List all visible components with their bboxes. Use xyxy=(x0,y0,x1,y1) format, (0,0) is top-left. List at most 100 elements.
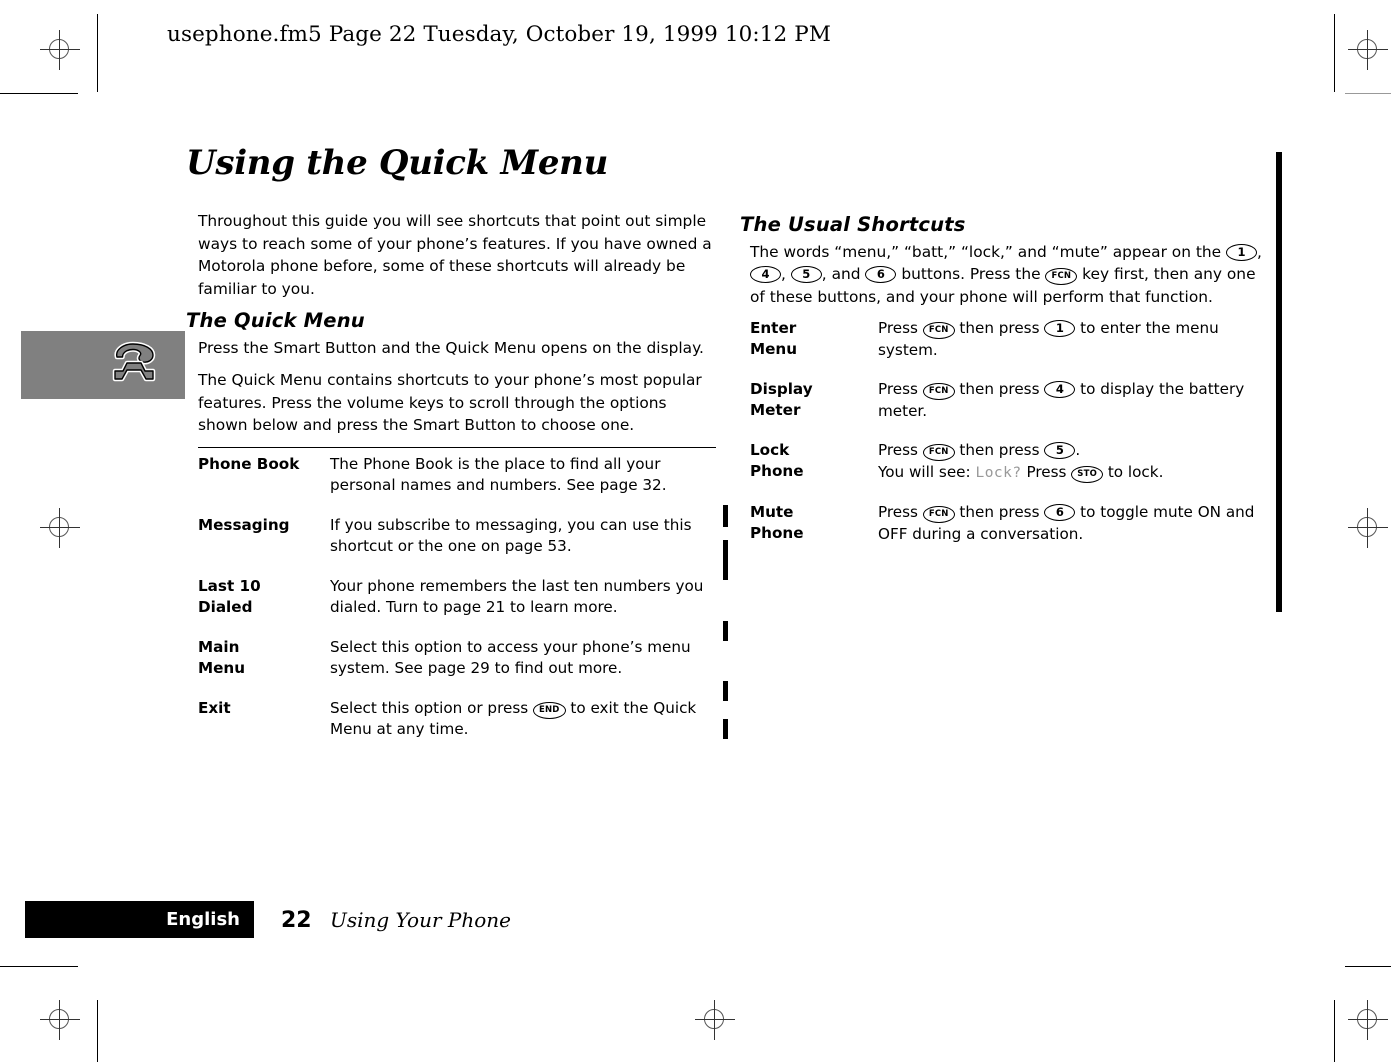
table-row: Display Meter Press FCN then press 4 to … xyxy=(750,379,1272,440)
reg-hline xyxy=(1348,527,1388,528)
shortcut-description: Press FCN then press 4 to display the ba… xyxy=(878,379,1272,440)
page-title: Using the Quick Menu xyxy=(186,143,608,183)
shortcut-description: Press FCN then press 1 to enter the menu… xyxy=(878,318,1272,379)
quick-menu-table: Phone Book The Phone Book is the place t… xyxy=(198,454,716,759)
text-part: Press xyxy=(878,503,923,521)
registration-mark-bottom-center xyxy=(695,1000,735,1040)
shortcut-description: Press FCN then press 6 to toggle mute ON… xyxy=(878,502,1272,563)
menu-option-name: Last 10 Dialed xyxy=(198,576,261,616)
shortcut-name: Mute Phone xyxy=(750,503,804,542)
menu-option-name: Messaging xyxy=(198,515,290,534)
left-column: Throughout this guide you will see short… xyxy=(186,210,716,759)
table-row: Enter Menu Press FCN then press 1 to ent… xyxy=(750,318,1272,379)
text-part: Press xyxy=(1021,462,1072,481)
menu-option-description: Select this option to access your phone’… xyxy=(330,637,691,678)
change-bar-left-exit xyxy=(723,719,728,739)
table-row: Main Menu Select this option to access y… xyxy=(198,637,716,698)
key-1-icon: 1 xyxy=(1226,243,1257,261)
key-5-icon: 5 xyxy=(790,266,822,283)
reg-vline xyxy=(59,1000,60,1040)
crop-mark-top-left-vertical xyxy=(97,14,98,92)
text-part: then press xyxy=(954,319,1045,337)
intro-sep-2: , xyxy=(781,265,791,283)
shortcut-name: Display Meter xyxy=(750,380,813,419)
document-header-line: usephone.fm5 Page 22 Tuesday, October 19… xyxy=(167,22,831,47)
quick-menu-table-top-rule xyxy=(198,446,716,448)
registration-mark-mid-right xyxy=(1348,508,1388,548)
shortcut-name: Lock Phone xyxy=(750,441,804,480)
crop-mark-top-left-horizontal xyxy=(0,93,78,94)
change-bar-left-quickmenu xyxy=(723,505,728,527)
table-row: Lock Phone Press FCN then press 5. You wi… xyxy=(750,440,1272,502)
registration-mark-bottom-left xyxy=(40,1000,80,1040)
heading-the-usual-shortcuts: The Usual Shortcuts xyxy=(740,213,966,236)
registration-mark-top-right xyxy=(1348,30,1388,70)
reg-vline xyxy=(59,508,60,548)
menu-option-description: If you subscribe to messaging, you can u… xyxy=(330,515,692,556)
menu-option-name: Main Menu xyxy=(198,637,246,677)
registration-mark-top-left xyxy=(40,30,80,70)
crop-mark-bottom-right-vertical xyxy=(1334,1000,1335,1062)
menu-option-description: Select this option or press END to exit … xyxy=(330,698,716,759)
menu-option-description: Your phone remembers the last ten number… xyxy=(330,576,704,617)
key-6-icon: 6 xyxy=(865,266,897,283)
crop-mark-top-right-horizontal xyxy=(1345,93,1391,94)
table-row: Messaging If you subscribe to messaging,… xyxy=(198,515,716,576)
footer-page-number: 22 xyxy=(281,908,312,933)
end-key-icon: END xyxy=(532,701,566,719)
reg-hline xyxy=(40,49,80,50)
lcd-display-text: Lock? xyxy=(975,464,1022,481)
right-column: The Usual Shortcuts The words “menu,” “b… xyxy=(740,208,1272,563)
text-part: . xyxy=(1075,441,1081,459)
change-bar-left-messaging xyxy=(723,540,728,580)
intro-sep-1: , xyxy=(1257,242,1262,261)
change-bar-left-mainmenu xyxy=(723,681,728,701)
key-4-icon: 4 xyxy=(1044,381,1076,398)
shortcut-name: Enter Menu xyxy=(750,319,798,358)
footer-section-title: Using Your Phone xyxy=(330,908,511,932)
menu-option-name: Exit xyxy=(198,698,231,717)
usual-shortcuts-table: Enter Menu Press FCN then press 1 to ent… xyxy=(750,318,1272,563)
text-part: to lock. xyxy=(1103,462,1164,481)
text-part: then press xyxy=(954,441,1045,459)
crop-mark-bottom-right-horizontal xyxy=(1345,966,1391,967)
fcn-key-icon: FCN xyxy=(922,383,955,400)
reg-hline xyxy=(1348,49,1388,50)
text-part: Press xyxy=(878,319,923,337)
footer-language-label: English xyxy=(166,909,240,930)
menu-option-name: Phone Book xyxy=(198,454,300,473)
key-6-icon: 6 xyxy=(1044,504,1076,521)
reg-hline xyxy=(40,527,80,528)
reg-hline xyxy=(1348,1019,1388,1020)
exit-desc-before: Select this option or press xyxy=(330,698,533,717)
key-4-icon: 4 xyxy=(750,266,781,283)
usual-shortcuts-intro: The words “menu,” “batt,” “lock,” and “m… xyxy=(750,241,1272,309)
reg-vline xyxy=(1367,30,1368,70)
reg-vline xyxy=(1367,508,1368,548)
shortcut-description: Press FCN then press 5. You will see: Loc… xyxy=(878,440,1272,502)
fcn-key-icon: FCN xyxy=(1045,268,1078,285)
crop-mark-bottom-left-horizontal xyxy=(0,966,78,967)
registration-mark-bottom-right xyxy=(1348,1000,1388,1040)
fcn-key-icon: FCN xyxy=(922,322,955,339)
table-row: Phone Book The Phone Book is the place t… xyxy=(198,454,716,515)
footer-language-bar: English xyxy=(25,901,254,938)
reg-vline xyxy=(1367,1000,1368,1040)
margin-icon-box xyxy=(21,331,185,399)
text-part: then press xyxy=(954,380,1045,398)
text-part: You will see: xyxy=(878,462,976,481)
change-bar-right-column xyxy=(1276,152,1282,612)
sto-key-icon: STO xyxy=(1071,465,1104,483)
key-5-icon: 5 xyxy=(1044,442,1076,459)
fcn-key-icon: FCN xyxy=(922,444,955,461)
table-row: Mute Phone Press FCN then press 6 to tog… xyxy=(750,502,1272,563)
intro-text-1: The words “menu,” “batt,” “lock,” and “m… xyxy=(750,242,1226,261)
key-1-icon: 1 xyxy=(1044,320,1076,337)
intro-text-2: buttons. Press the xyxy=(896,265,1046,283)
quick-menu-paragraph-1: Press the Smart Button and the Quick Men… xyxy=(198,338,704,357)
registration-mark-mid-left xyxy=(40,508,80,548)
phone-handset-icon xyxy=(112,341,156,382)
reg-hline xyxy=(40,1019,80,1020)
reg-hline xyxy=(695,1019,735,1020)
table-row: Last 10 Dialed Your phone remembers the … xyxy=(198,576,716,637)
